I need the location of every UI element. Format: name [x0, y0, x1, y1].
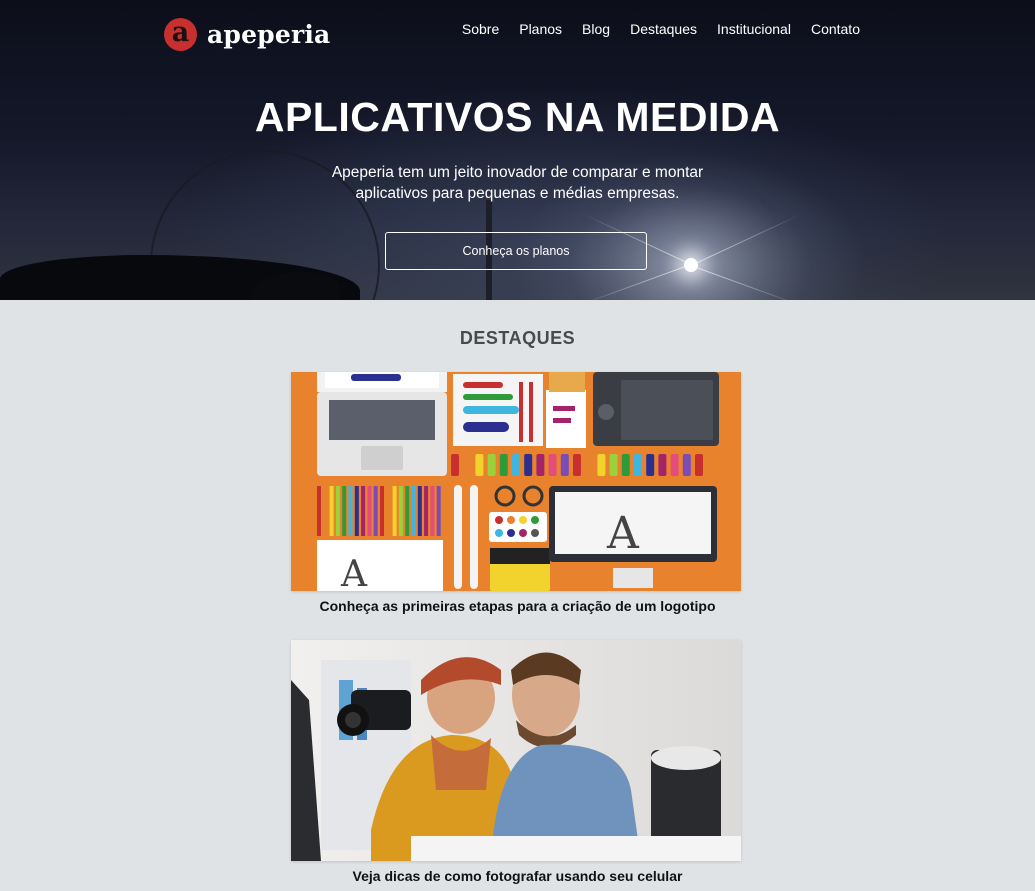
- design-tools-illustration: A A: [317, 372, 719, 591]
- see-plans-button[interactable]: Conheça os planos: [385, 232, 647, 270]
- pencil-shape: [361, 486, 366, 536]
- svg-text:A: A: [606, 508, 640, 559]
- nav-item-contato[interactable]: Contato: [811, 20, 860, 38]
- marker-shape: [707, 454, 716, 476]
- marker-shape: [695, 454, 703, 476]
- marker-shape: [451, 454, 459, 476]
- marker-shape: [634, 454, 642, 476]
- marker-shape: [463, 454, 472, 476]
- pencil-shape: [354, 486, 359, 536]
- marker-shape: [670, 454, 679, 476]
- pencil-shape: [430, 486, 435, 536]
- nav-item-sobre[interactable]: Sobre: [462, 20, 499, 38]
- hero-subtitle: Apeperia tem um jeito inovador de compar…: [0, 162, 1035, 204]
- marker-shape: [682, 454, 691, 476]
- pencil-shape: [398, 486, 403, 536]
- pencil-shape: [411, 486, 416, 536]
- sun-ray: [691, 214, 801, 266]
- marker-shape: [609, 454, 618, 476]
- marker-shape: [512, 454, 520, 476]
- sun-ray: [690, 265, 804, 300]
- main-nav: Sobre Planos Blog Destaques Instituciona…: [442, 20, 860, 38]
- card-image-logo-design[interactable]: A A: [291, 372, 741, 591]
- marker-shape: [646, 454, 655, 476]
- marker-shape: [658, 454, 667, 476]
- card-image-photo-tips[interactable]: [291, 640, 741, 861]
- pencil-shape: [417, 486, 422, 536]
- nav-item-blog[interactable]: Blog: [582, 20, 610, 38]
- pencil-shape: [373, 486, 378, 536]
- card-caption[interactable]: Veja dicas de como fotografar usando seu…: [0, 868, 1035, 884]
- marker-shape: [536, 454, 545, 476]
- marker-shape: [524, 454, 533, 476]
- marker-shape: [585, 454, 594, 476]
- logo-mark-icon: a: [164, 18, 197, 51]
- pencil-shape: [392, 486, 397, 536]
- card-caption[interactable]: Conheça as primeiras etapas para a criaç…: [0, 598, 1035, 614]
- hero-title: APLICATIVOS NA MEDIDA: [254, 94, 781, 140]
- pencil-shape: [317, 486, 321, 536]
- pencil-shape: [405, 486, 410, 536]
- marker-shape: [475, 454, 484, 476]
- nav-item-institucional[interactable]: Institucional: [717, 20, 791, 38]
- nav-item-planos[interactable]: Planos: [519, 20, 562, 38]
- sun-flare: [684, 258, 698, 272]
- pencil-shape: [335, 486, 340, 536]
- hero-subtitle-line: aplicativos para pequenas e médias empre…: [355, 185, 680, 202]
- marker-shape: [597, 454, 606, 476]
- pencil-shape: [342, 486, 347, 536]
- site-logo[interactable]: a apeperia: [164, 18, 330, 51]
- nav-item-destaques[interactable]: Destaques: [630, 20, 697, 38]
- marker-shape: [499, 454, 508, 476]
- photographers-with-camera-photo: [291, 640, 741, 861]
- hero-banner: a apeperia Sobre Planos Blog Destaques I…: [0, 0, 1035, 300]
- pencil-shape: [329, 486, 334, 536]
- pencil-shape: [424, 486, 429, 536]
- marker-shape: [548, 454, 557, 476]
- marker-shape: [573, 454, 581, 476]
- pencil-shape: [436, 486, 441, 536]
- pencil-shape: [367, 486, 372, 536]
- pencil-shape: [348, 486, 353, 536]
- marker-shape: [560, 454, 569, 476]
- pencil-shape: [380, 486, 384, 536]
- marker-shape: [487, 454, 496, 476]
- pencil-shape: [323, 486, 328, 536]
- hero-subtitle-line: Apeperia tem um jeito inovador de compar…: [331, 164, 704, 181]
- section-title: DESTAQUES: [459, 328, 576, 348]
- svg-text:A: A: [340, 554, 368, 591]
- marker-shape: [621, 454, 630, 476]
- logo-text: apeperia: [207, 20, 331, 49]
- pencil-shape: [386, 486, 391, 536]
